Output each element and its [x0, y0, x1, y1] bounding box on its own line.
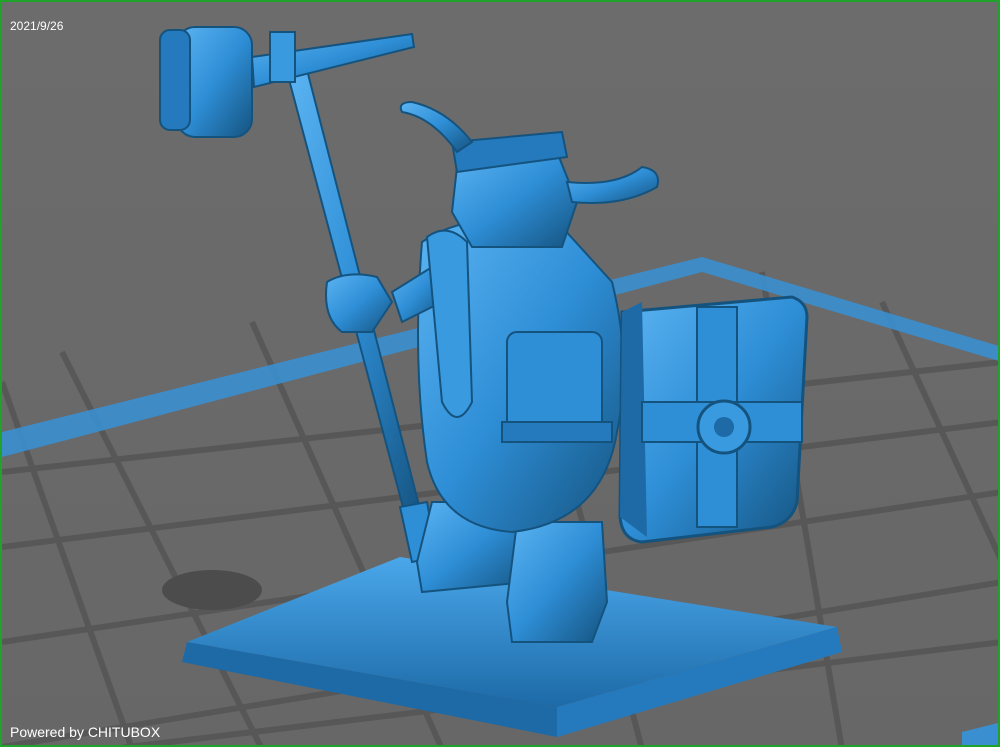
model-shadow	[162, 570, 262, 610]
date-label: 2021/9/26	[10, 19, 64, 33]
viewport[interactable]: 2021/9/26 Powered by CHITUBOX	[0, 0, 1000, 747]
powered-by-label: Powered by CHITUBOX	[10, 724, 161, 740]
plate-edge-right	[962, 723, 998, 745]
scene-canvas[interactable]	[2, 2, 1000, 747]
